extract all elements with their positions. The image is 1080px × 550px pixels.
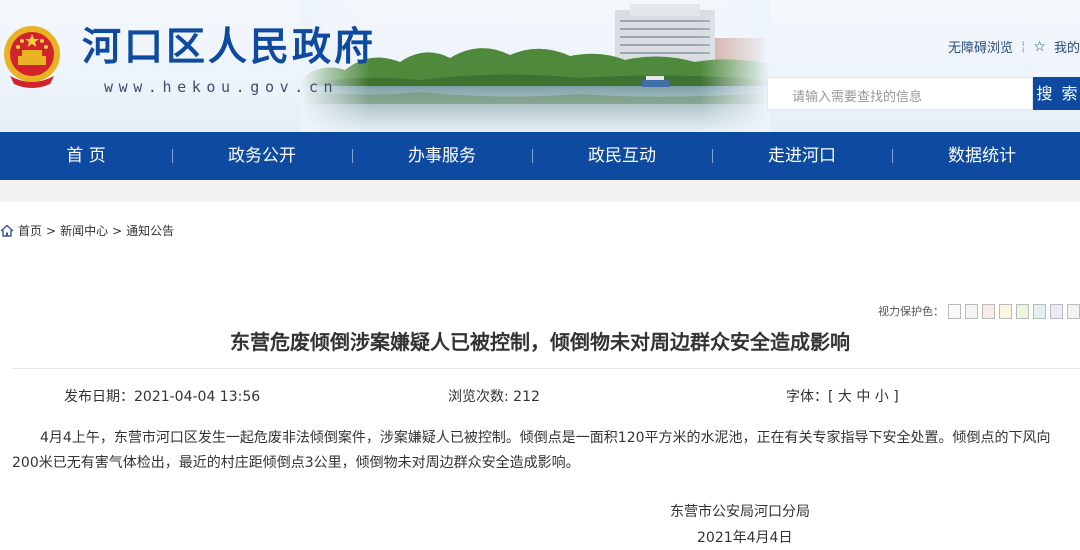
site-header: 河口区人民政府 www.hekou.gov.cn 无障碍浏览 ¦ ☆ 我的 请输… [0, 0, 1080, 132]
breadcrumb-separator: > [46, 223, 57, 238]
site-domain: www.hekou.gov.cn [104, 78, 339, 96]
article-body: 4月4上午，东营市河口区发生一起危废非法倾倒案件，涉案嫌疑人已被控制。倾倒点是一… [12, 430, 1051, 471]
nav-item-home[interactable]: 首 页 [0, 132, 172, 180]
article-title: 东营危废倾倒涉案嫌疑人已被控制，倾倒物未对周边群众安全造成影响 [230, 330, 850, 354]
publish-date: 发布日期：2021-04-04 13:56 [64, 389, 261, 405]
view-count: 浏览次数: 212 [448, 389, 540, 405]
eye-care-swatch[interactable] [965, 303, 978, 319]
signature-date: 2021年4月4日 [697, 530, 793, 546]
star-icon[interactable]: ☆ [1033, 39, 1046, 55]
nav-item-interaction[interactable]: 政民互动 [532, 132, 712, 180]
eye-care-color-picker: 视力保护色： [878, 303, 1080, 319]
search-button[interactable]: 搜 索 [1033, 77, 1080, 110]
eye-care-label: 视力保护色： [878, 305, 944, 318]
link-divider: ¦ [1021, 39, 1026, 54]
breadcrumb-home[interactable]: 首页 [18, 222, 42, 239]
breadcrumb-separator: > [112, 223, 123, 238]
nav-item-government-affairs[interactable]: 政务公开 [172, 132, 352, 180]
eye-care-swatch[interactable] [999, 303, 1012, 319]
top-links: 无障碍浏览 ¦ ☆ 我的 [948, 37, 1080, 57]
site-title[interactable]: 河口区人民政府 [82, 26, 376, 70]
eye-care-swatch[interactable] [1033, 303, 1046, 319]
eye-care-swatch[interactable] [1016, 303, 1029, 319]
eye-care-swatch[interactable] [1067, 303, 1080, 319]
home-icon [0, 224, 14, 237]
eye-care-swatch[interactable] [982, 303, 995, 319]
eye-care-swatch[interactable] [1050, 303, 1063, 319]
main-nav: 首 页 政务公开 办事服务 政民互动 走进河口 数据统计 [0, 132, 1080, 180]
nav-item-statistics[interactable]: 数据统计 [892, 132, 1072, 180]
accessibility-link[interactable]: 无障碍浏览 [948, 37, 1013, 56]
breadcrumb-notices[interactable]: 通知公告 [126, 222, 174, 239]
nav-item-about-hekou[interactable]: 走进河口 [712, 132, 892, 180]
title-divider [12, 368, 1080, 369]
national-emblem-logo [4, 26, 60, 88]
eye-care-swatch[interactable] [948, 303, 961, 319]
breadcrumb-news-center[interactable]: 新闻中心 [60, 222, 108, 239]
nav-divider-band [0, 180, 1080, 202]
search-input[interactable]: 请输入需要查找的信息 [767, 77, 1033, 110]
favorite-link[interactable]: 我的 [1054, 37, 1080, 56]
nav-item-services[interactable]: 办事服务 [352, 132, 532, 180]
signature-organization: 东营市公安局河口分局 [670, 504, 810, 520]
font-size-switcher[interactable]: 字体：[ 大 中 小 ] [786, 386, 899, 406]
breadcrumb: 首页 > 新闻中心 > 通知公告 [0, 222, 174, 239]
